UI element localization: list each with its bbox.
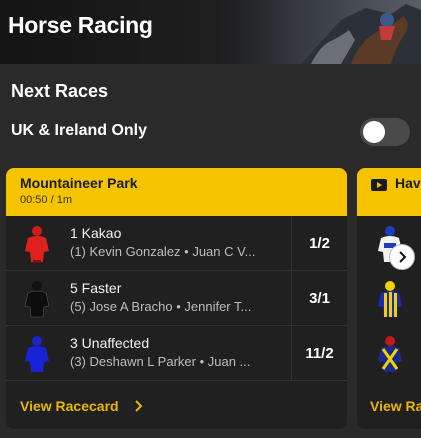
meeting-name: Mountaineer Park [20, 175, 138, 191]
runner-name: 1 Kakao [70, 225, 122, 241]
red-silk-icon [25, 226, 49, 263]
meeting-name: Hav [395, 175, 421, 191]
uk-ireland-filter-label: UK & Ireland Only [11, 122, 148, 139]
toggle-knob [363, 121, 385, 143]
horse-racing-photo [191, 0, 421, 64]
hero-banner: Horse Racing [0, 0, 421, 64]
runner-name: 3 Unaffected [70, 335, 150, 351]
carousel-next-button[interactable] [389, 244, 415, 270]
jockey-trainer: (1) Kevin Gonzalez • Juan C V... [70, 244, 256, 259]
odds-button[interactable]: 11/2 [291, 326, 347, 381]
chevron-right-icon [399, 251, 407, 263]
odds-button[interactable]: 1/2 [291, 216, 347, 271]
blue-yellow-stripe-silk-icon [378, 281, 402, 317]
uk-ireland-toggle[interactable] [360, 118, 410, 146]
runner-row[interactable]: 3 Unaffected (3) Deshawn L Parker • Juan… [6, 326, 347, 381]
navy-yellow-cross-silk-icon [378, 336, 402, 372]
odds-button[interactable]: 3/1 [291, 271, 347, 326]
section-title: Next Races [11, 81, 109, 101]
next-races-panel: Next Races UK & Ireland Only Mountaineer… [0, 64, 421, 438]
race-card: Mountaineer Park 00:50 / 1m 1 Kakao (1) … [6, 168, 347, 429]
race-time-distance: 00:50 / 1m [20, 194, 72, 206]
view-racecard-link[interactable]: View Racecard [20, 398, 119, 414]
tv-play-icon [371, 179, 387, 191]
black-silk-icon [24, 281, 50, 318]
runner-name: 5 Faster [70, 280, 122, 296]
blue-silk-icon [25, 336, 49, 372]
page-title: Horse Racing [8, 12, 153, 38]
jockey-trainer: (5) Jose A Bracho • Jennifer T... [70, 299, 252, 314]
runner-row[interactable]: 5 Faster (5) Jose A Bracho • Jennifer T.… [6, 271, 347, 326]
race-card-header[interactable]: Mountaineer Park 00:50 / 1m [6, 168, 347, 216]
race-card-header[interactable]: Hav [357, 168, 421, 216]
view-racecard-link[interactable]: View Ra [370, 398, 421, 414]
runner-row[interactable]: 1 Kakao (1) Kevin Gonzalez • Juan C V...… [6, 216, 347, 271]
race-card: Hav View Ra [357, 168, 421, 429]
jockey-trainer: (3) Deshawn L Parker • Juan ... [70, 354, 251, 369]
chevron-right-icon [135, 400, 143, 412]
